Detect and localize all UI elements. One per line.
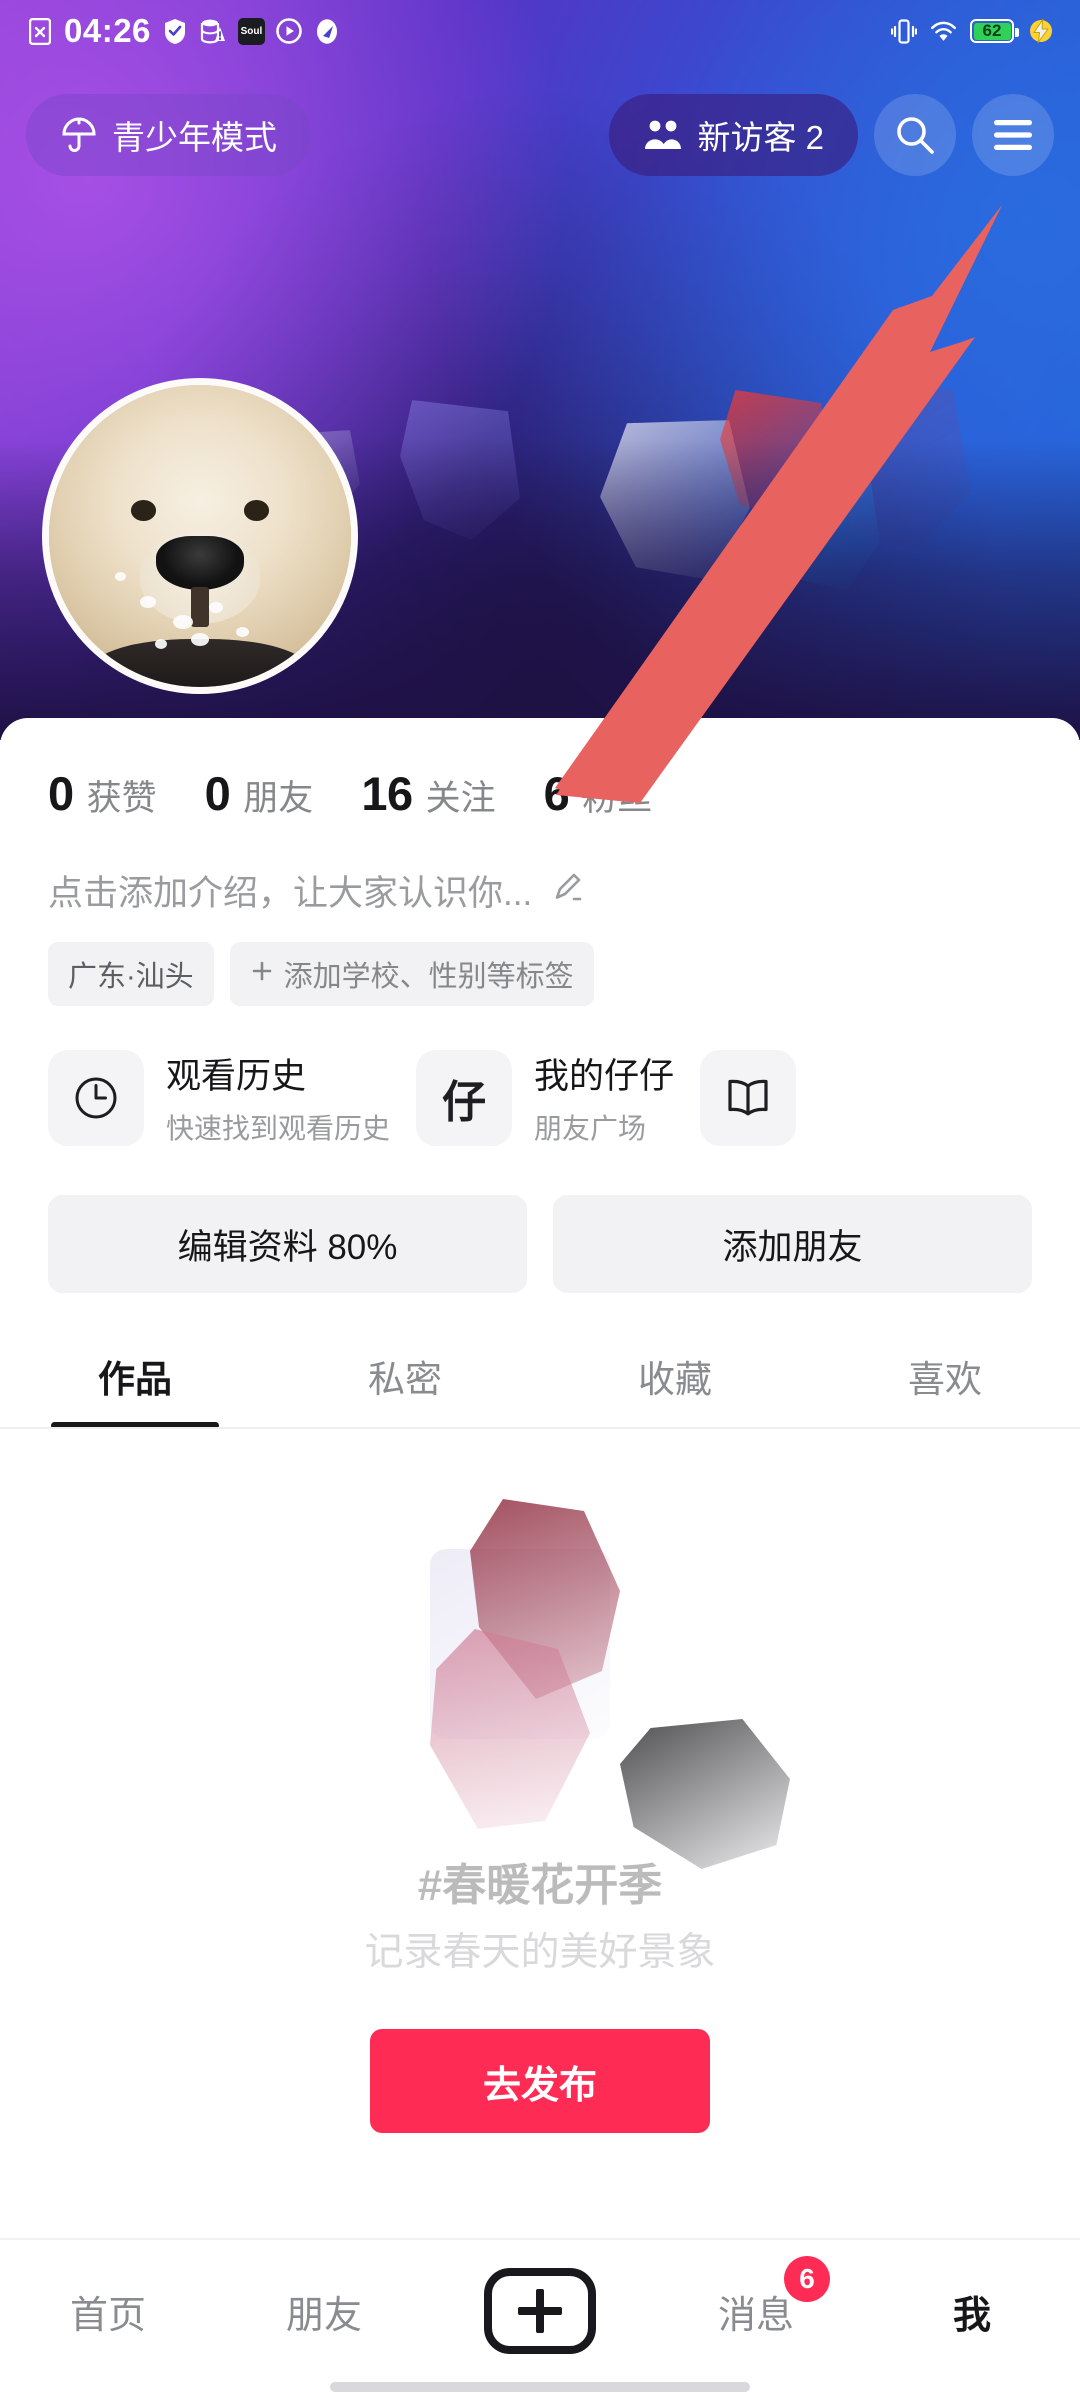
- tab-private[interactable]: 私密: [270, 1349, 540, 1429]
- nav-item-label: 消息: [717, 2294, 794, 2337]
- hamburger-menu-icon: [992, 118, 1034, 152]
- stat-followers[interactable]: 6 粉丝: [544, 766, 653, 821]
- empty-state-headline: #春暖花开季: [417, 1861, 663, 1910]
- add-friend-button[interactable]: 添加朋友: [553, 1195, 1032, 1293]
- quick-card-subtitle: 朋友广场: [534, 1113, 647, 1144]
- stat-following[interactable]: 16 关注: [361, 766, 495, 821]
- stat-value: 6: [543, 767, 570, 820]
- quick-card-title: 观看历史: [166, 1057, 307, 1096]
- stat-likes[interactable]: 0 获赞: [48, 766, 157, 821]
- nav-item-messages[interactable]: 消息 6: [648, 2256, 864, 2350]
- stat-label: 关注: [425, 779, 496, 818]
- stat-value: 16: [361, 767, 413, 820]
- new-visitors-label: 新访客 2: [697, 119, 824, 156]
- empty-state-brush: [620, 1719, 790, 1869]
- pencil-icon: [550, 870, 586, 911]
- empty-state: #春暖花开季 记录春天的美好景象 去发布: [0, 1429, 1080, 2149]
- compass-icon: [314, 18, 341, 45]
- bio-row[interactable]: 点击添加介绍，让大家认识你...: [0, 821, 1080, 916]
- message-badge: 6: [784, 2256, 830, 2302]
- wifi-icon: [930, 18, 957, 45]
- quick-card-subtitle: 快速找到观看历史: [166, 1113, 391, 1144]
- clock-icon: [48, 1049, 144, 1146]
- plus-icon: [250, 958, 274, 991]
- tag-label: 广东·汕头: [68, 961, 194, 993]
- empty-state-subline: 记录春天的美好景象: [364, 1931, 716, 1974]
- teen-mode-label: 青少年模式: [112, 119, 277, 156]
- quick-card-my-zaizai[interactable]: 仔 我的仔仔 朋友广场: [416, 1048, 674, 1147]
- bio-placeholder-text: 点击添加介绍，让大家认识你...: [48, 874, 533, 913]
- plus-create-icon: [484, 2268, 596, 2354]
- tab-favorites[interactable]: 收藏: [540, 1349, 810, 1429]
- status-bar-right: 62: [890, 18, 1054, 45]
- nav-item-home[interactable]: 首页: [0, 2272, 216, 2350]
- search-icon: [894, 114, 936, 156]
- profile-sheet: 0 获赞 0 朋友 16 关注 6 粉丝 点击添加介绍，让大家认识你... 广东…: [0, 718, 1080, 2408]
- quick-card-title: 我的仔仔: [534, 1057, 675, 1096]
- avatar[interactable]: [42, 378, 358, 694]
- vibrate-icon: [890, 18, 917, 45]
- status-bar: 04:26 Soul 62: [0, 0, 1080, 62]
- bottom-navigation: 首页 朋友 消息 6 我: [0, 2238, 1080, 2408]
- book-icon: [700, 1049, 797, 1146]
- tag-add-attributes[interactable]: 添加学校、性别等标签: [229, 942, 594, 1006]
- stat-value: 0: [204, 767, 231, 820]
- data-saver-icon: [200, 18, 227, 45]
- battery-icon: 62: [970, 19, 1019, 43]
- play-circle-icon: [276, 18, 303, 45]
- stat-label: 获赞: [86, 779, 157, 818]
- nav-item-create[interactable]: [432, 2268, 648, 2354]
- hamburger-menu-button[interactable]: [972, 94, 1054, 176]
- home-indicator: [330, 2382, 750, 2392]
- stat-label: 朋友: [243, 779, 314, 818]
- teen-mode-button[interactable]: 青少年模式: [26, 94, 311, 176]
- edit-profile-button[interactable]: 编辑资料 80%: [48, 1195, 527, 1293]
- shield-check-icon: [162, 18, 189, 45]
- stat-friends[interactable]: 0 朋友: [205, 766, 314, 821]
- new-visitors-button[interactable]: 新访客 2: [609, 94, 858, 176]
- tag-label: 添加学校、性别等标签: [283, 961, 574, 993]
- charging-bolt-icon: [1027, 18, 1054, 45]
- nav-item-friends[interactable]: 朋友: [216, 2272, 432, 2350]
- tab-works[interactable]: 作品: [0, 1349, 270, 1429]
- content-tabs: 作品 私密 收藏 喜欢: [0, 1293, 1080, 1429]
- status-bar-clock: 04:26: [64, 12, 151, 49]
- profile-top-bar: 青少年模式 新访客 2: [0, 80, 1080, 190]
- umbrella-icon: [60, 116, 98, 154]
- tag-location[interactable]: 广东·汕头: [48, 942, 214, 1006]
- profile-actions-row: 编辑资料 80% 添加朋友: [0, 1147, 1080, 1293]
- visitors-icon: [643, 118, 683, 152]
- battery-level-label: 62: [982, 21, 1002, 40]
- quick-card-partial[interactable]: [700, 1048, 818, 1147]
- nav-item-me[interactable]: 我: [864, 2272, 1080, 2350]
- tab-likes[interactable]: 喜欢: [810, 1349, 1080, 1429]
- zai-character-icon: 仔: [416, 1049, 513, 1146]
- sim-error-icon: [26, 17, 53, 45]
- quick-card-watch-history[interactable]: 观看历史 快速找到观看历史: [48, 1048, 390, 1147]
- avatar-image: [49, 385, 351, 687]
- profile-stats-row: 0 获赞 0 朋友 16 关注 6 粉丝: [0, 718, 1080, 821]
- search-button[interactable]: [874, 94, 956, 176]
- status-bar-left: 04:26 Soul: [26, 12, 341, 50]
- quick-cards-row: 观看历史 快速找到观看历史 仔 我的仔仔 朋友广场: [0, 1006, 1080, 1147]
- stat-label: 粉丝: [582, 779, 653, 818]
- stat-value: 0: [48, 767, 74, 820]
- profile-tags-row: 广东·汕头 添加学校、性别等标签: [0, 916, 1080, 1006]
- publish-button[interactable]: 去发布: [370, 2029, 710, 2133]
- soul-app-icon: Soul: [237, 17, 265, 45]
